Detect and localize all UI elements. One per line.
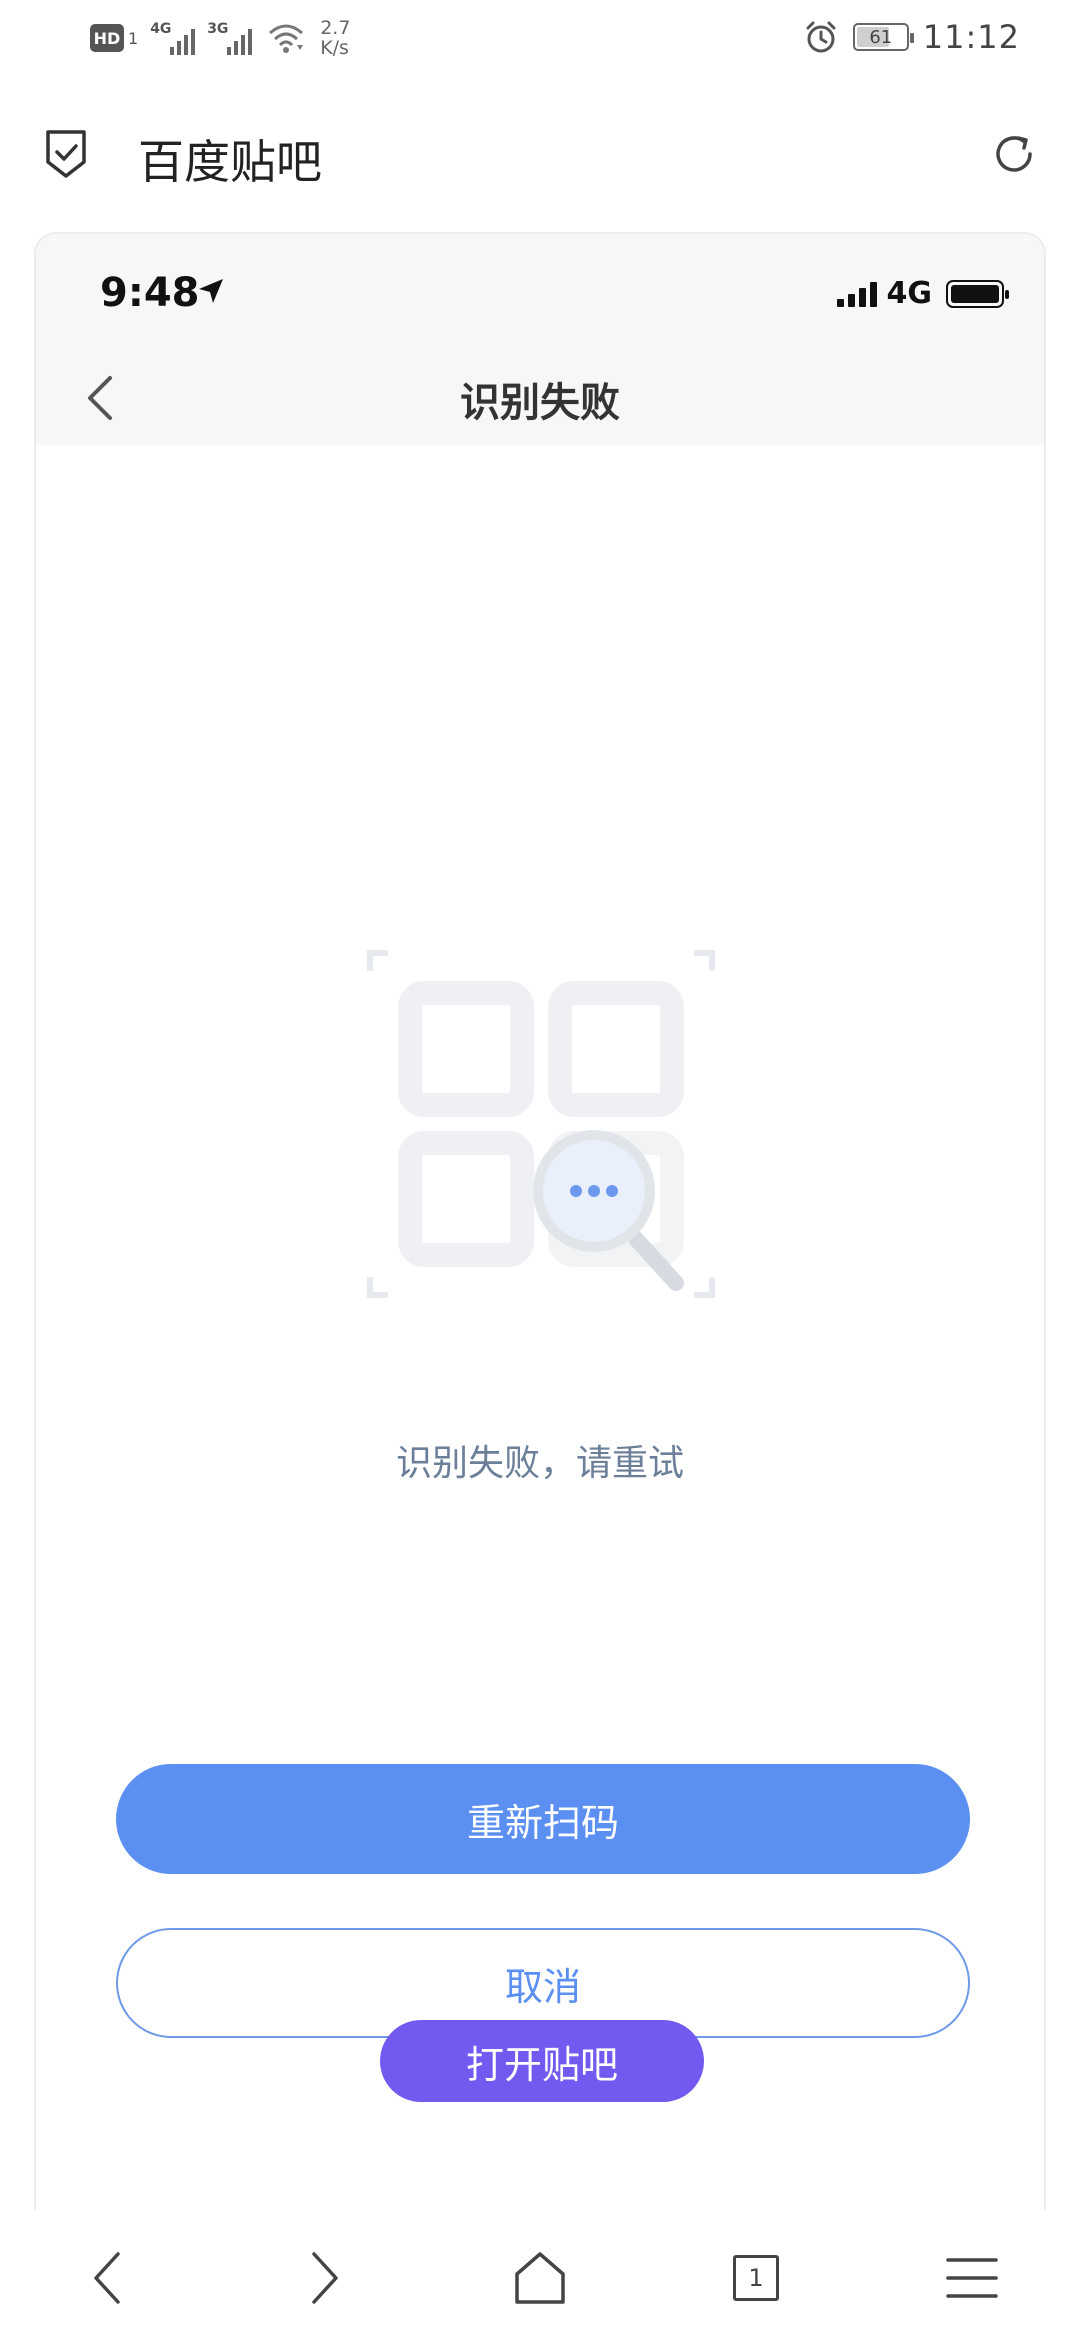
open-tieba-button[interactable]: 打开贴吧 — [380, 2020, 704, 2102]
page-title: 百度贴吧 — [138, 135, 322, 189]
sim-index: 1 — [128, 28, 139, 48]
battery-icon: 61 — [852, 23, 914, 51]
embedded-screenshot: 9:48 4G 识别失败 识别失败，请重试 重新扫码 取消 打开贴吧 — [34, 232, 1046, 2242]
screen: HD 1 4G 3G 2.7 K/s 61 11:12 百度贴吧 9:48 4G… — [0, 0, 1080, 2340]
sim1-network-label: 4G — [150, 21, 172, 37]
tabs-button[interactable]: 1 — [716, 2238, 796, 2318]
net-speed-value: 2.7 — [320, 17, 351, 39]
embedded-status-bar: 9:48 4G — [36, 234, 1044, 344]
failure-message: 识别失败，请重试 — [395, 1443, 684, 1484]
sim2-network-label: 3G — [207, 21, 229, 37]
alarm-icon — [806, 21, 836, 53]
menu-button[interactable] — [932, 2238, 1012, 2318]
sim1-signal-icon: 4G — [150, 21, 196, 55]
browser-toolbar: 1 — [0, 2210, 1080, 2340]
sim2-signal-icon: 3G — [207, 21, 253, 55]
nav-title: 识别失败 — [460, 380, 620, 426]
shield-check-icon[interactable] — [44, 128, 88, 180]
wifi-icon — [269, 24, 304, 53]
menu-icon — [946, 2258, 998, 2298]
battery-level: 61 — [869, 26, 893, 48]
forward-button[interactable] — [284, 2238, 364, 2318]
status-left-group: HD 1 4G 3G 2.7 K/s — [90, 18, 350, 58]
system-time: 11:12 — [922, 18, 1020, 56]
tab-count: 1 — [748, 2264, 764, 2292]
back-icon — [94, 2252, 120, 2304]
hd-badge: HD — [90, 24, 124, 52]
embedded-network-label: 4G — [886, 276, 933, 311]
home-icon — [515, 2252, 565, 2304]
system-status-bar: HD 1 4G 3G 2.7 K/s 61 11:12 — [0, 0, 1080, 88]
forward-icon — [312, 2252, 338, 2304]
cellular-signal-icon — [836, 281, 877, 307]
net-speed: 2.7 K/s — [320, 18, 350, 58]
embedded-top-area: 9:48 4G 识别失败 — [36, 234, 1044, 446]
rescan-button[interactable]: 重新扫码 — [116, 1764, 970, 1874]
qr-search-illustration — [367, 950, 715, 1298]
embedded-battery-icon — [946, 279, 1009, 308]
status-right-group: 61 11:12 — [803, 18, 1020, 56]
refresh-icon[interactable] — [988, 128, 1040, 180]
embedded-time: 9:48 — [100, 270, 200, 316]
home-button[interactable] — [500, 2238, 580, 2318]
back-button[interactable] — [68, 2238, 148, 2318]
tabs-icon: 1 — [733, 2255, 779, 2301]
browser-header: 百度贴吧 — [0, 100, 1080, 210]
location-arrow-icon — [199, 279, 223, 303]
embedded-status-right: 4G — [836, 276, 1009, 311]
net-speed-unit: K/s — [320, 37, 349, 59]
